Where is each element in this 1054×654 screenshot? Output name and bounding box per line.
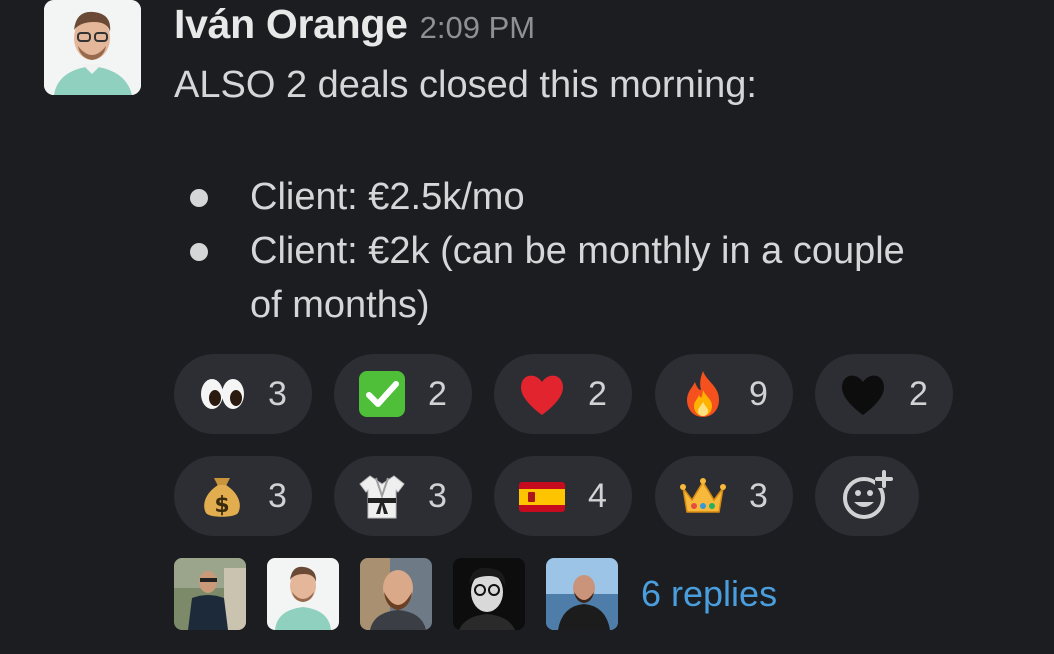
replier-avatar: [453, 558, 525, 630]
spain-flag-emoji: [519, 482, 565, 512]
add-reaction-icon: [843, 470, 893, 519]
reaction-count: 4: [588, 476, 607, 515]
bullet-icon: [190, 189, 208, 207]
martial-arts-uniform-emoji: [359, 475, 405, 519]
reaction-count: 3: [749, 476, 768, 515]
reaction-fire[interactable]: 9: [655, 354, 793, 434]
reaction-red-heart[interactable]: 2: [494, 354, 632, 434]
replier-avatar: [360, 558, 432, 630]
list-item-text: Client: €2.5k/mo: [250, 176, 525, 218]
reaction-eyes[interactable]: 3: [174, 354, 312, 434]
replier-avatar: [267, 558, 339, 630]
reaction-spain-flag[interactable]: 4: [494, 456, 632, 536]
reaction-martial-arts-uniform[interactable]: 3: [334, 456, 472, 536]
replier-avatar: [174, 558, 246, 630]
add-reaction-button[interactable]: [815, 456, 919, 536]
crown-emoji: [680, 478, 726, 513]
check-mark-emoji: [359, 371, 405, 417]
reaction-crown[interactable]: 3: [655, 456, 793, 536]
list-item-text: Client: €2k (can be monthly in a couple: [250, 230, 905, 272]
author-name[interactable]: Iván Orange: [174, 0, 408, 48]
replies-link[interactable]: 6 replies: [641, 573, 777, 615]
list-item: Client: €2k (can be monthly in a couple: [174, 224, 1044, 278]
reaction-count: 3: [268, 476, 287, 515]
eyes-emoji: [201, 379, 244, 409]
reaction-black-heart[interactable]: 2: [815, 354, 953, 434]
reaction-count: 3: [268, 374, 287, 413]
reaction-money-bag[interactable]: $ 3: [174, 456, 312, 536]
author-avatar[interactable]: [44, 0, 141, 95]
reaction-count: 2: [428, 374, 447, 413]
fire-emoji: [687, 371, 719, 417]
message-header: Iván Orange 2:09 PM: [174, 0, 1044, 48]
reaction-count: 2: [909, 374, 928, 413]
black-heart-emoji: [842, 375, 884, 415]
replier-avatar: [546, 558, 618, 630]
message: Iván Orange 2:09 PM ALSO 2 deals closed …: [174, 0, 1044, 332]
list-item-continuation: of months): [174, 278, 1044, 332]
list-item-text: of months): [250, 284, 430, 326]
bullet-list: Client: €2.5k/mo Client: €2k (can be mon…: [174, 170, 1044, 332]
message-timestamp[interactable]: 2:09 PM: [420, 4, 535, 52]
list-item: Client: €2.5k/mo: [174, 170, 1044, 224]
svg-text:$: $: [214, 493, 229, 518]
reaction-count: 3: [428, 476, 447, 515]
reaction-check-mark[interactable]: 2: [334, 354, 472, 434]
money-bag-emoji: $: [204, 478, 240, 518]
thread-summary[interactable]: 6 replies: [174, 558, 777, 630]
message-text: ALSO 2 deals closed this morning:: [174, 64, 757, 106]
reaction-count: 2: [588, 374, 607, 413]
reaction-count: 9: [749, 374, 768, 413]
red-heart-emoji: [521, 375, 563, 415]
bullet-icon: [190, 243, 208, 261]
